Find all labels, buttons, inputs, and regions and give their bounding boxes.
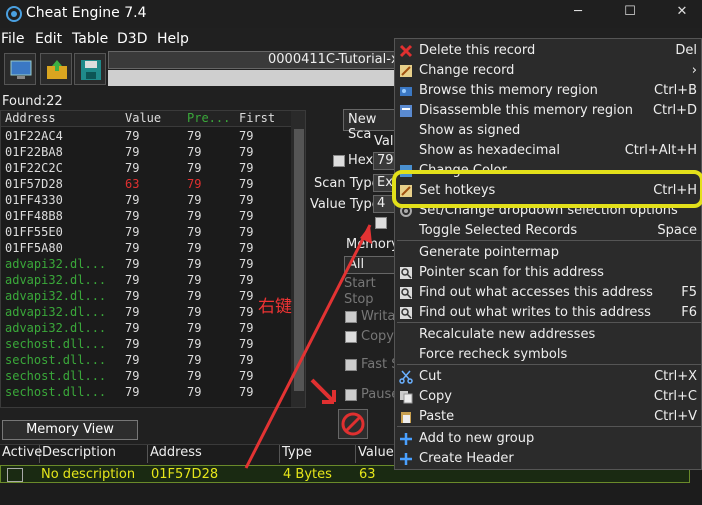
context-item-label: Find out what accesses this address bbox=[419, 285, 653, 300]
memory-browse-icon bbox=[400, 87, 412, 96]
disassemble-icon bbox=[400, 105, 412, 117]
context-item-shortcut: Ctrl+C bbox=[653, 389, 697, 404]
context-item-show-as-hexadecimal[interactable]: Show as hexadecimal Ctrl+Alt+H bbox=[395, 141, 702, 161]
context-item-shortcut: Ctrl+V bbox=[654, 409, 697, 424]
context-item-cut[interactable]: Cut Ctrl+X bbox=[395, 367, 702, 387]
plus-icon bbox=[400, 453, 412, 465]
context-item-label: Show as hexadecimal bbox=[419, 143, 561, 158]
context-item-shortcut: Ctrl+X bbox=[654, 369, 697, 384]
context-item-label: Pointer scan for this address bbox=[419, 265, 604, 280]
context-item-label: Recalculate new addresses bbox=[419, 327, 596, 342]
delete-x-icon bbox=[399, 44, 413, 58]
magnifier-icon bbox=[400, 307, 412, 319]
context-item-add-to-new-group[interactable]: Add to new group bbox=[395, 429, 702, 449]
copy-icon bbox=[400, 391, 413, 404]
context-item-toggle-selected-records[interactable]: Toggle Selected Records Space bbox=[395, 221, 702, 241]
context-item-show-as-signed[interactable]: Show as signed bbox=[395, 121, 702, 141]
context-item-disassemble-this-memory-region[interactable]: Disassemble this memory region Ctrl+D bbox=[395, 101, 702, 121]
context-item-shortcut: Space bbox=[657, 223, 697, 238]
context-item-recalculate-new-addresses[interactable]: Recalculate new addresses bbox=[395, 325, 702, 345]
context-item-pointer-scan-for-this-address[interactable]: Pointer scan for this address bbox=[395, 263, 702, 283]
menu-separator bbox=[397, 322, 701, 323]
magnifier-icon bbox=[400, 267, 412, 279]
context-item-shortcut: Ctrl+Alt+H bbox=[624, 143, 697, 158]
context-item-label: Copy bbox=[419, 389, 452, 404]
menu-separator bbox=[397, 426, 701, 427]
context-item-label: Generate pointermap bbox=[419, 245, 559, 260]
pencil-icon bbox=[400, 65, 412, 77]
menu-separator bbox=[397, 240, 701, 241]
context-item-browse-this-memory-region[interactable]: Browse this memory region Ctrl+B bbox=[395, 81, 702, 101]
context-item-label: Disassemble this memory region bbox=[419, 103, 633, 118]
annotation-right-click-label: 右键 bbox=[258, 297, 292, 317]
context-item-shortcut: Ctrl+D bbox=[652, 103, 697, 118]
context-item-label: Toggle Selected Records bbox=[419, 223, 578, 238]
context-item-shortcut: F5 bbox=[681, 285, 697, 300]
context-item-label: Paste bbox=[419, 409, 455, 424]
context-item-label: Add to new group bbox=[419, 431, 535, 446]
context-item-label: Delete this record bbox=[419, 43, 536, 58]
context-item-shortcut: Del bbox=[675, 43, 697, 58]
context-menu[interactable]: Delete this record Del Change record › Brows… bbox=[394, 38, 702, 470]
context-item-find-out-what-writes-to-this-address[interactable]: Find out what writes to this address F6 bbox=[395, 303, 702, 323]
context-item-label: Create Header bbox=[419, 451, 514, 466]
context-item-shortcut: Ctrl+B bbox=[654, 83, 697, 98]
context-item-shortcut: F6 bbox=[681, 305, 697, 320]
context-item-label: Show as signed bbox=[419, 123, 521, 138]
context-item-change-record[interactable]: Change record › bbox=[395, 61, 702, 81]
plus-icon bbox=[400, 433, 412, 445]
context-item-label: Browse this memory region bbox=[419, 83, 598, 98]
context-item-label: Cut bbox=[419, 369, 442, 384]
highlight-box bbox=[392, 170, 702, 208]
menu-separator bbox=[397, 364, 701, 365]
context-item-generate-pointermap[interactable]: Generate pointermap bbox=[395, 243, 702, 263]
context-item-find-out-what-accesses-this-address[interactable]: Find out what accesses this address F5 bbox=[395, 283, 702, 303]
scissors-icon bbox=[399, 370, 413, 384]
context-item-create-header[interactable]: Create Header bbox=[395, 449, 702, 469]
paste-icon bbox=[401, 412, 411, 423]
context-item-shortcut: › bbox=[691, 63, 697, 78]
context-item-label: Force recheck symbols bbox=[419, 347, 568, 362]
magnifier-icon bbox=[400, 287, 412, 299]
context-item-label: Find out what writes to this address bbox=[419, 305, 651, 320]
context-item-copy[interactable]: Copy Ctrl+C bbox=[395, 387, 702, 407]
context-item-force-recheck-symbols[interactable]: Force recheck symbols bbox=[395, 345, 702, 365]
context-item-paste[interactable]: Paste Ctrl+V bbox=[395, 407, 702, 427]
context-item-label: Change record bbox=[419, 63, 515, 78]
context-item-delete-this-record[interactable]: Delete this record Del bbox=[395, 41, 702, 61]
